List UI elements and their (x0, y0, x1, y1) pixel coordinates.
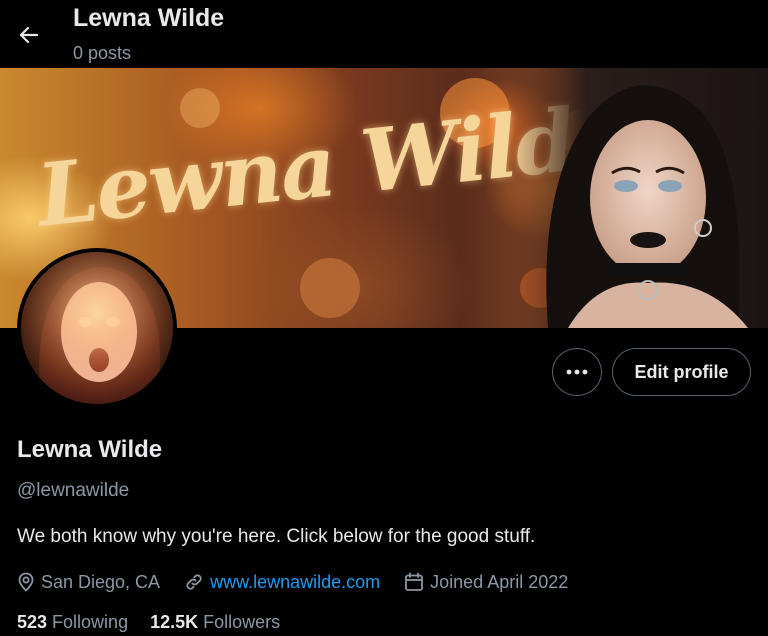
following-count: 523 (17, 612, 48, 632)
profile-avatar[interactable] (17, 248, 177, 408)
avatar-image (21, 252, 173, 404)
link-icon (186, 574, 202, 590)
arrow-left-icon (19, 26, 39, 44)
back-button[interactable] (14, 20, 44, 50)
follow-stats: 523 Following 12.5K Followers (17, 612, 302, 633)
post-count: 0 posts (73, 43, 132, 63)
user-handle: @lewnawilde (17, 480, 130, 501)
location-item: San Diego, CA (17, 572, 160, 593)
calendar-icon (405, 572, 424, 591)
profile-bio: We both know why you're here. Click belo… (17, 526, 536, 547)
followers-label: Followers (203, 612, 281, 632)
following-stat[interactable]: 523 Following (17, 612, 128, 633)
edit-profile-button[interactable]: Edit profile (612, 348, 751, 396)
joined-item: Joined April 2022 (404, 572, 568, 593)
followers-stat[interactable]: 12.5K Followers (150, 612, 280, 633)
profile-meta: San Diego, CA www.lewnawilde.com Joined … (17, 570, 592, 594)
display-name: Lewna Wilde (17, 436, 163, 463)
top-bar: Lewna Wilde 0 posts (0, 0, 768, 68)
bokeh-light (300, 258, 360, 318)
followers-count: 12.5K (150, 612, 199, 632)
location-text: San Diego, CA (41, 571, 161, 592)
header-title: Lewna Wilde (73, 4, 225, 32)
banner-portrait-image (508, 68, 768, 328)
more-horizontal-icon (566, 369, 588, 375)
website-link[interactable]: www.lewnawilde.com (210, 572, 380, 593)
following-label: Following (52, 612, 129, 632)
joined-text: Joined April 2022 (430, 571, 569, 592)
bokeh-light (180, 88, 220, 128)
website-item: www.lewnawilde.com (184, 572, 380, 593)
location-pin-icon (18, 572, 34, 592)
more-options-button[interactable] (552, 348, 602, 396)
